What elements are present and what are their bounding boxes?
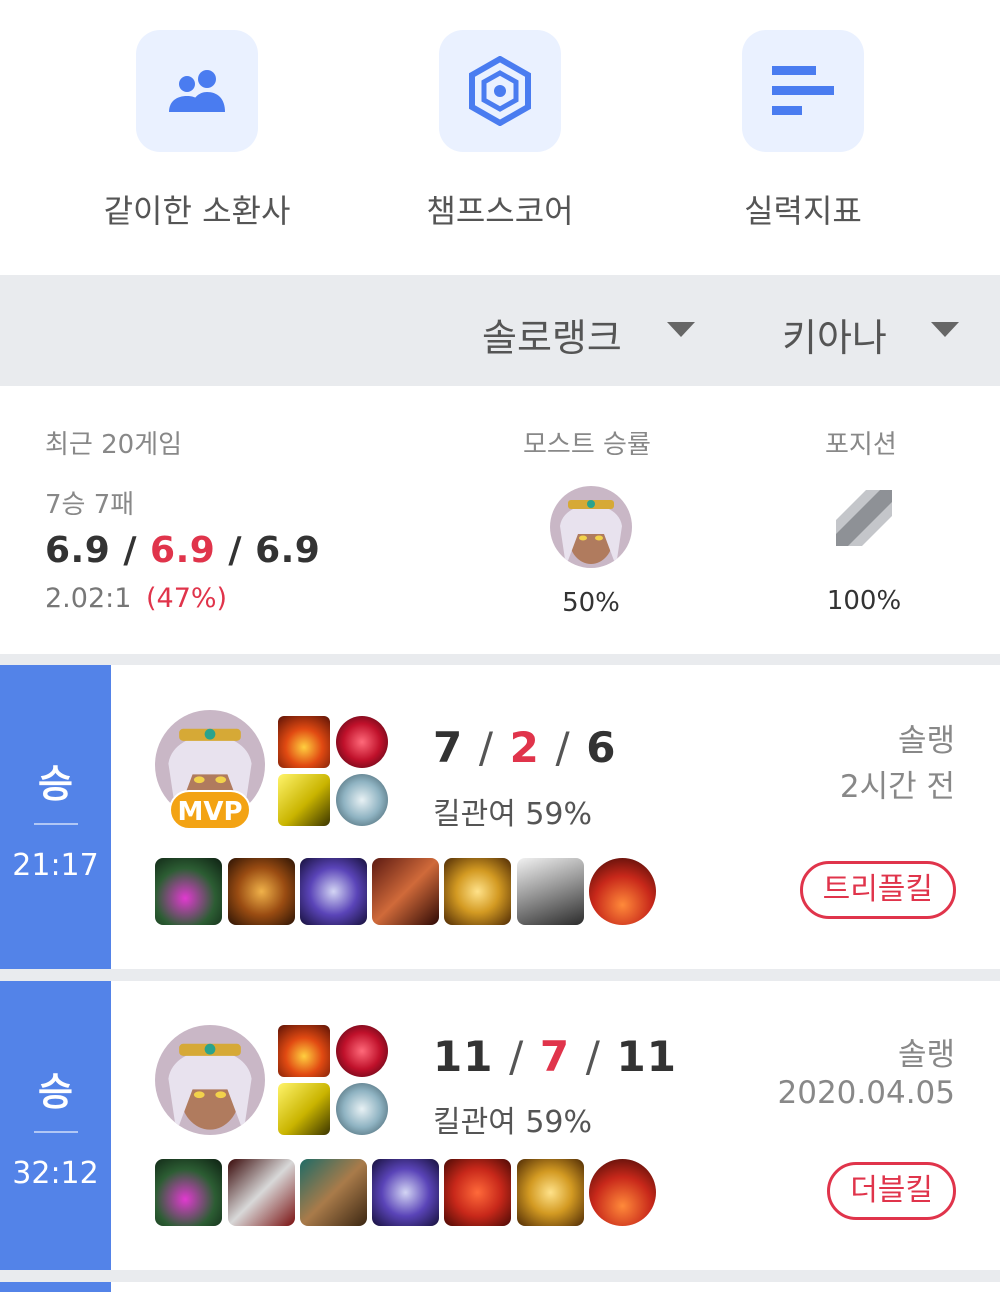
match-card-partial <box>0 1282 1000 1292</box>
average-kda: 6.9 / 6.9 / 6.9 <box>45 530 320 571</box>
match-card[interactable]: 승 21:17 MVP 7 / 2 / 6 킬관여 59% 솔랭 2시간 전 트… <box>0 665 1000 969</box>
hexagon-icon <box>469 56 531 126</box>
item-icon[interactable] <box>155 858 222 925</box>
champion-portrait[interactable] <box>550 486 632 568</box>
item-icon[interactable] <box>517 1159 584 1226</box>
position-mid-icon <box>836 490 892 546</box>
skill-index-label: 실력지표 <box>744 192 862 230</box>
ignite-spell-icon <box>278 1025 330 1077</box>
match-card[interactable]: 승 32:12 11 / 7 / 11 킬관여 59% 솔랭 2020.04.0… <box>0 981 1000 1270</box>
record-text: 7승 7패 <box>45 490 135 520</box>
people-icon <box>169 70 225 112</box>
kda-slash: / <box>478 723 495 772</box>
multikill-badge: 트리플킬 <box>799 861 956 919</box>
multikill-badge: 더블킬 <box>827 1162 956 1220</box>
position-label: 포지션 <box>825 430 897 460</box>
deaths: 2 <box>509 723 540 772</box>
secondary-rune-icon <box>336 774 388 826</box>
most-winrate-value: 50% <box>562 588 620 618</box>
match-date: 2020.04.05 <box>777 1075 956 1111</box>
match-kda: 7 / 2 / 6 <box>433 723 617 772</box>
bars-icon <box>772 66 834 115</box>
kills: 11 <box>433 1032 494 1081</box>
deaths: 7 <box>539 1032 571 1081</box>
mvp-badge: MVP <box>169 790 251 830</box>
item-icon[interactable] <box>228 858 295 925</box>
kda-slash: / <box>228 530 243 571</box>
queue-dropdown[interactable]: 솔로랭크 <box>482 307 622 362</box>
queue-type: 솔랭 <box>897 723 955 759</box>
item-icon[interactable] <box>300 1159 367 1226</box>
assists: 6 <box>586 723 617 772</box>
kda-slash: / <box>585 1032 601 1081</box>
champion-dropdown[interactable]: 키아나 <box>782 307 887 362</box>
divider <box>34 1131 78 1133</box>
top-nav: 같이한 소환사 챔프스코어 실력지표 <box>0 0 1000 275</box>
kda-slash: / <box>555 723 571 772</box>
together-summoners-label: 같이한 소환사 <box>103 192 291 230</box>
time-ago: 2시간 전 <box>839 769 955 805</box>
item-icon[interactable] <box>372 1159 439 1226</box>
kills: 7 <box>433 723 464 772</box>
together-summoners-button[interactable] <box>136 30 258 152</box>
flash-spell-icon <box>278 774 330 826</box>
item-icon[interactable] <box>155 1159 222 1226</box>
queue-type: 솔랭 <box>897 1037 955 1073</box>
result-strip <box>0 1282 111 1292</box>
result-strip <box>0 981 111 1270</box>
ignite-spell-icon <box>278 716 330 768</box>
avg-kills: 6.9 <box>45 530 111 571</box>
item-icon[interactable] <box>444 1159 511 1226</box>
item-icon[interactable] <box>517 858 584 925</box>
result-strip <box>0 665 111 969</box>
queue-chevron-down-icon[interactable] <box>667 322 695 337</box>
kda-ratio: 2.02:1 (47%) <box>45 583 227 614</box>
trinket-icon[interactable] <box>589 858 656 925</box>
electrocute-rune-icon <box>336 716 388 768</box>
skill-index-button[interactable] <box>742 30 864 152</box>
kda-slash: / <box>509 1032 525 1081</box>
game-duration: 32:12 <box>12 1156 99 1191</box>
match-kda: 11 / 7 / 11 <box>433 1032 677 1081</box>
champion-chevron-down-icon[interactable] <box>931 322 959 337</box>
champ-score-button[interactable] <box>439 30 561 152</box>
assists: 11 <box>616 1032 677 1081</box>
winrate-value: (47%) <box>146 583 228 614</box>
kda-ratio-value: 2.02:1 <box>45 583 132 614</box>
champ-score-label: 챔프스코어 <box>426 192 574 230</box>
most-winrate-label: 모스트 승률 <box>523 430 651 460</box>
result-label: 승 <box>38 762 73 806</box>
trinket-icon[interactable] <box>589 1159 656 1226</box>
item-icon[interactable] <box>444 858 511 925</box>
kill-participation: 킬관여 59% <box>433 797 593 832</box>
avg-deaths: 6.9 <box>150 530 216 571</box>
recent-games-label: 최근 20게임 <box>45 430 183 460</box>
item-icon[interactable] <box>372 858 439 925</box>
electrocute-rune-icon <box>336 1025 388 1077</box>
position-pct: 100% <box>826 586 902 616</box>
kill-participation: 킬관여 59% <box>433 1105 593 1140</box>
champion-portrait[interactable] <box>155 1025 265 1135</box>
kda-slash: / <box>123 530 137 571</box>
secondary-rune-icon <box>336 1083 388 1135</box>
game-duration: 21:17 <box>12 848 99 883</box>
divider <box>34 823 78 825</box>
avg-assists: 6.9 <box>255 530 321 571</box>
result-label: 승 <box>38 1070 73 1114</box>
flash-spell-icon <box>278 1083 330 1135</box>
item-icon[interactable] <box>228 1159 295 1226</box>
item-icon[interactable] <box>300 858 367 925</box>
